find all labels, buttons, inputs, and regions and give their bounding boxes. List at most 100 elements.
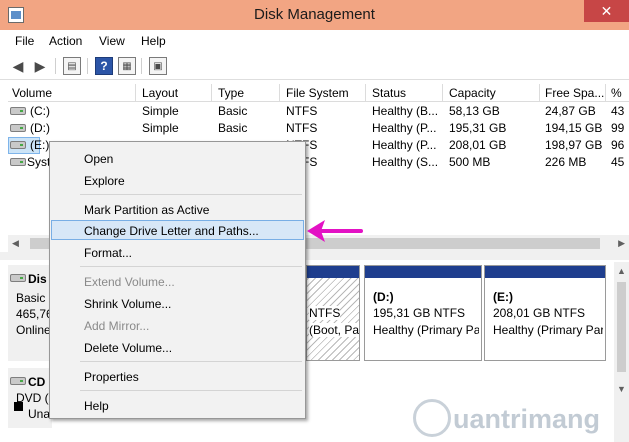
partition-detail: 195,31 GB NTFS bbox=[373, 306, 466, 320]
scrollbar-thumb[interactable] bbox=[617, 282, 626, 372]
cell-status: Healthy (P... bbox=[372, 138, 437, 152]
menu-separator bbox=[80, 361, 302, 362]
disk-status: Online bbox=[16, 323, 51, 337]
column-layout[interactable]: Layout bbox=[142, 86, 178, 100]
cdrom-status: Una bbox=[28, 407, 51, 421]
cell-free-space: 198,97 GB bbox=[545, 138, 603, 152]
menu-item-label: Shrink Volume... bbox=[84, 297, 172, 311]
partition-name: (E:) bbox=[493, 290, 513, 304]
cell-layout: Simple bbox=[142, 104, 179, 118]
table-row[interactable]: (D:) Simple Basic NTFS Healthy (P... 195… bbox=[8, 120, 629, 137]
drive-icon bbox=[10, 107, 26, 115]
menu-bar: File Action View Help bbox=[0, 30, 629, 52]
column-type[interactable]: Type bbox=[218, 86, 244, 100]
disk-size: 465,76 bbox=[16, 307, 53, 321]
column-divider bbox=[211, 84, 212, 102]
scroll-up-icon[interactable]: ▲ bbox=[617, 266, 626, 276]
partition-status: Healthy (Primary Pa bbox=[373, 323, 479, 337]
scroll-down-icon[interactable]: ▼ bbox=[617, 384, 626, 394]
menu-item-explore[interactable]: Explore bbox=[51, 170, 304, 190]
column-divider bbox=[279, 84, 280, 102]
disk-name: Dis bbox=[28, 272, 47, 286]
back-arrow-icon[interactable]: ◀ bbox=[9, 57, 27, 75]
cell-layout: Simple bbox=[142, 121, 179, 135]
toolbar-separator bbox=[141, 58, 142, 74]
menu-item-format[interactable]: Format... bbox=[51, 242, 304, 262]
menu-help[interactable]: Help bbox=[141, 34, 166, 48]
menu-item-add-mirror[interactable]: Add Mirror... bbox=[51, 315, 304, 335]
cell-capacity: 195,31 GB bbox=[449, 121, 507, 135]
menu-item-label: Extend Volume... bbox=[84, 275, 175, 289]
watermark-logo-icon bbox=[413, 399, 451, 437]
window-title: Disk Management bbox=[254, 6, 375, 23]
cdrom-label[interactable]: CD DVD (I Una bbox=[8, 368, 52, 428]
cell-file-system: NTFS bbox=[286, 121, 318, 135]
partition-c[interactable]: NTFS (Boot, Pa bbox=[306, 265, 360, 361]
scroll-right-icon[interactable]: ▶ bbox=[618, 238, 625, 249]
menu-item-delete-volume[interactable]: Delete Volume... bbox=[51, 337, 304, 357]
partition-bar bbox=[485, 266, 605, 278]
column-divider bbox=[442, 84, 443, 102]
menu-action[interactable]: Action bbox=[49, 34, 82, 48]
menu-view[interactable]: View bbox=[99, 34, 125, 48]
menu-item-change-drive-letter[interactable]: Change Drive Letter and Paths... bbox=[51, 220, 304, 240]
partition-status: Healthy (Primary Par bbox=[493, 323, 603, 337]
menu-item-label: Explore bbox=[84, 174, 125, 188]
menu-separator bbox=[80, 390, 302, 391]
menu-item-open[interactable]: Open bbox=[51, 148, 304, 168]
toolbar-separator bbox=[55, 58, 56, 74]
forward-arrow-icon[interactable]: ▶ bbox=[31, 57, 49, 75]
column-volume[interactable]: Volume bbox=[12, 86, 52, 100]
disk-type: Basic bbox=[16, 291, 46, 305]
menu-item-label: Open bbox=[84, 152, 114, 166]
cell-percent-free: 45 bbox=[611, 155, 625, 169]
toolbar: ◀ ▶ ▤ ? ▦ ▣ bbox=[0, 52, 629, 80]
watermark-text: uantrimang bbox=[453, 404, 601, 434]
menu-item-help[interactable]: Help bbox=[51, 395, 304, 415]
cell-status: Healthy (B... bbox=[372, 104, 439, 118]
help-icon[interactable]: ? bbox=[95, 57, 113, 75]
scroll-left-icon[interactable]: ◀ bbox=[12, 238, 19, 249]
partition-name: (D:) bbox=[373, 290, 394, 304]
cell-status: Healthy (P... bbox=[372, 121, 437, 135]
unallocated-legend-swatch bbox=[14, 402, 23, 411]
disk-0-label[interactable]: Dis Basic 465,76 Online bbox=[8, 265, 53, 361]
partition-detail: 208,01 GB NTFS bbox=[493, 306, 586, 320]
column-percent-free[interactable]: % bbox=[611, 86, 622, 100]
column-file-system[interactable]: File System bbox=[286, 86, 349, 100]
cell-percent-free: 99 bbox=[611, 121, 625, 135]
cell-volume: (E:) bbox=[30, 138, 50, 152]
column-status[interactable]: Status bbox=[372, 86, 406, 100]
cell-volume: Syst bbox=[27, 155, 51, 169]
menu-item-shrink-volume[interactable]: Shrink Volume... bbox=[51, 293, 304, 313]
partition-d[interactable]: (D:) 195,31 GB NTFS Healthy (Primary Pa bbox=[364, 265, 482, 361]
menu-item-label: Change Drive Letter and Paths... bbox=[84, 224, 259, 238]
column-divider bbox=[135, 84, 136, 102]
show-console-tree-icon[interactable]: ▤ bbox=[63, 57, 81, 75]
partition-e[interactable]: (E:) 208,01 GB NTFS Healthy (Primary Par bbox=[484, 265, 606, 361]
cell-type: Basic bbox=[218, 104, 248, 118]
title-bar: Disk Management ✕ bbox=[0, 0, 629, 30]
cell-free-space: 194,15 GB bbox=[545, 121, 603, 135]
cell-type: Basic bbox=[218, 121, 248, 135]
menu-item-mark-partition-active[interactable]: Mark Partition as Active bbox=[51, 199, 304, 219]
column-free-space[interactable]: Free Spa... bbox=[545, 86, 604, 100]
menu-separator bbox=[80, 194, 302, 195]
action-pane-icon[interactable]: ▦ bbox=[118, 57, 136, 75]
menu-item-properties[interactable]: Properties bbox=[51, 366, 304, 386]
menu-item-extend-volume[interactable]: Extend Volume... bbox=[51, 271, 304, 291]
partition-bar bbox=[307, 266, 359, 278]
cell-capacity: 500 MB bbox=[449, 155, 491, 169]
context-menu: Open Explore Mark Partition as Active Ch… bbox=[49, 141, 306, 419]
drive-icon bbox=[10, 141, 26, 149]
column-capacity[interactable]: Capacity bbox=[449, 86, 496, 100]
properties-icon[interactable]: ▣ bbox=[149, 57, 167, 75]
table-row[interactable]: (C:) Simple Basic NTFS Healthy (B... 58,… bbox=[8, 103, 629, 120]
close-button[interactable]: ✕ bbox=[584, 0, 629, 22]
cell-percent-free: 43 bbox=[611, 104, 625, 118]
menu-item-label: Properties bbox=[84, 370, 139, 384]
column-divider bbox=[365, 84, 366, 102]
menu-file[interactable]: File bbox=[15, 34, 34, 48]
cell-file-system: NTFS bbox=[286, 104, 318, 118]
volume-list-header: Volume Layout Type File System Status Ca… bbox=[8, 84, 629, 102]
